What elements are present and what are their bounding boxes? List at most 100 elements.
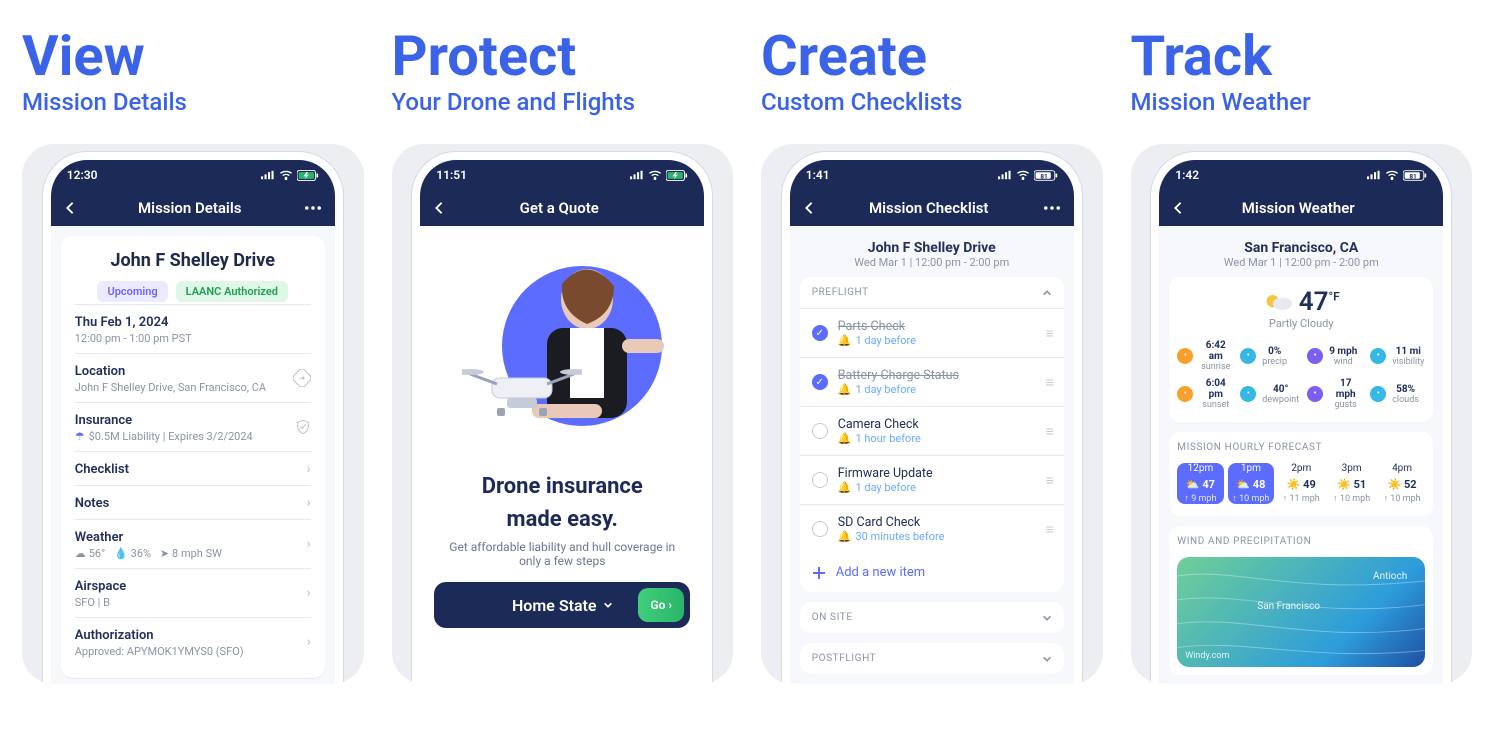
status-time: 1:42: [1175, 168, 1199, 182]
notch: [1241, 160, 1361, 186]
date-label: Thu Feb 1, 2024: [75, 315, 311, 330]
hour-cell[interactable]: 4pm☀️ 52↑ 10 mph: [1379, 463, 1425, 504]
item-title: Parts Check: [838, 319, 916, 334]
weather-stat: •40°dewpoint: [1240, 378, 1299, 410]
back-icon[interactable]: [434, 201, 444, 215]
item-reminder: 🔔1 day before: [838, 481, 933, 494]
notch: [133, 160, 253, 186]
checkbox[interactable]: ✓: [812, 325, 828, 341]
hourly-forecast-card: MISSION HOURLY FORECAST 12pm⛅ 47↑ 9 mph1…: [1169, 432, 1433, 516]
weather-stat: •6:04 pmsunset: [1177, 378, 1232, 410]
stat-label: gusts: [1329, 400, 1362, 410]
hour-label: 4pm: [1379, 463, 1425, 474]
item-title: Firmware Update: [838, 466, 933, 481]
panel-view: View Mission Details 12:30: [22, 8, 364, 684]
nav-title: Get a Quote: [520, 199, 599, 217]
checklist-item[interactable]: ✓Battery Charge Status🔔1 day before≡: [800, 357, 1064, 406]
stat-value: 17 mph: [1336, 378, 1356, 400]
stat-label: precip: [1262, 357, 1287, 367]
date-sub: 12:00 pm - 1:00 pm PST: [75, 332, 311, 345]
row-notes[interactable]: Notes ›: [75, 485, 311, 519]
hour-weather-icon: ☀️: [1287, 478, 1301, 491]
quote-headline-2: made easy.: [420, 507, 704, 532]
back-icon[interactable]: [1173, 201, 1183, 215]
stat-icon: •: [1240, 386, 1256, 402]
weather-stat: •0%precip: [1240, 340, 1299, 372]
wind-map[interactable]: Antioch San Francisco: [1177, 557, 1425, 667]
plus-icon: [812, 566, 826, 580]
signal-icon: [630, 170, 644, 180]
checklist-item[interactable]: ✓Parts Check🔔1 day before≡: [800, 308, 1064, 357]
hour-cell[interactable]: 12pm⛅ 47↑ 9 mph: [1177, 463, 1223, 504]
add-item-button[interactable]: Add a new item: [800, 553, 1064, 592]
checklist-item[interactable]: Camera Check🔔1 hour before≡: [800, 406, 1064, 455]
go-button[interactable]: Go›: [638, 588, 684, 622]
checkbox[interactable]: [812, 423, 828, 439]
hour-temp: 47: [1202, 478, 1215, 491]
drag-handle-icon[interactable]: ≡: [1046, 374, 1052, 391]
shield-icon: [295, 419, 311, 435]
temp-value: 47: [1299, 287, 1329, 317]
checkbox[interactable]: [812, 521, 828, 537]
chevron-down-icon: [1042, 613, 1052, 623]
hour-cell[interactable]: 3pm☀️ 51↑ 10 mph: [1328, 463, 1374, 504]
checkbox[interactable]: ✓: [812, 374, 828, 390]
weather-summary-card: 47°F Partly Cloudy •6:42 amsunrise•0%pre…: [1169, 277, 1433, 422]
drag-handle-icon[interactable]: ≡: [1046, 472, 1052, 489]
row-location[interactable]: Location John F Shelley Drive, San Franc…: [75, 353, 311, 402]
stat-icon: •: [1177, 386, 1193, 402]
row-checklist[interactable]: Checklist ›: [75, 451, 311, 485]
checklist-item[interactable]: Firmware Update🔔1 day before ≡: [800, 455, 1064, 504]
hour-cell[interactable]: 2pm☀️ 49↑ 11 mph: [1278, 463, 1324, 504]
directions-icon: [293, 369, 311, 387]
chevron-right-icon: ›: [307, 495, 311, 511]
insurance-label: Insurance: [75, 413, 311, 428]
hour-cell[interactable]: 1pm⛅ 48↑ 10 mph: [1228, 463, 1274, 504]
location-label: Location: [75, 364, 311, 379]
drone-icon: [462, 356, 582, 416]
drag-handle-icon[interactable]: ≡: [1046, 325, 1052, 342]
row-authorization[interactable]: Authorization Approved: APYMOK1YMYS0 (SF…: [75, 617, 311, 666]
row-weather[interactable]: Weather ☁56° 💧36% ➤8 mph SW ›: [75, 519, 311, 568]
back-icon[interactable]: [804, 201, 814, 215]
more-icon[interactable]: [1044, 206, 1060, 210]
chevron-right-icon: ›: [307, 536, 311, 552]
group-postflight[interactable]: POSTFLIGHT: [800, 643, 1064, 674]
panel-subtitle: Mission Weather: [1131, 88, 1473, 116]
group-preflight[interactable]: PREFLIGHT: [800, 277, 1064, 308]
wifi-icon: [1385, 170, 1399, 180]
back-icon[interactable]: [65, 201, 75, 215]
checklist-item[interactable]: SD Card Check🔔30 minutes before≡: [800, 504, 1064, 553]
wifi-icon: [1016, 170, 1030, 180]
battery-icon: [297, 170, 319, 181]
panel-create: Create Custom Checklists 1:41 81: [761, 8, 1103, 684]
bell-icon: 🔔: [838, 530, 852, 543]
weather-stat: •11 mivisibility: [1370, 340, 1425, 372]
hour-wind: ↑ 10 mph: [1228, 493, 1274, 504]
hour-weather-icon: ⛅: [1236, 478, 1250, 491]
more-icon[interactable]: [305, 206, 321, 210]
checklist-mission-name: John F Shelley Drive: [800, 240, 1064, 256]
stat-label: wind: [1329, 357, 1357, 367]
drag-handle-icon[interactable]: ≡: [1046, 521, 1052, 538]
row-airspace[interactable]: Airspace SFO | B ›: [75, 568, 311, 617]
windy-attribution: Windy.com: [1185, 651, 1229, 661]
item-reminder: 🔔1 day before: [838, 383, 959, 396]
signal-icon: [1367, 170, 1381, 180]
stat-icon: •: [1370, 348, 1386, 364]
hour-weather-icon: ⛅: [1186, 478, 1200, 491]
group-onsite[interactable]: ON SITE: [800, 602, 1064, 633]
panel-track: Track Mission Weather 1:42 81: [1131, 8, 1473, 684]
drag-handle-icon[interactable]: ≡: [1046, 423, 1052, 440]
stat-value: 6:04 pm: [1206, 378, 1226, 400]
checkbox[interactable]: [812, 472, 828, 488]
home-state-select[interactable]: Home State Go›: [434, 582, 690, 628]
row-insurance[interactable]: Insurance ☂$0.5M Liability | Expires 3/2…: [75, 402, 311, 451]
status-time: 1:41: [806, 168, 830, 182]
battery-icon: [666, 170, 688, 181]
panel-subtitle: Your Drone and Flights: [392, 88, 734, 116]
checklist-label: Checklist: [75, 462, 311, 477]
hour-label: 12pm: [1177, 463, 1223, 474]
panel-subtitle: Custom Checklists: [761, 88, 1103, 116]
stat-icon: •: [1240, 348, 1256, 364]
